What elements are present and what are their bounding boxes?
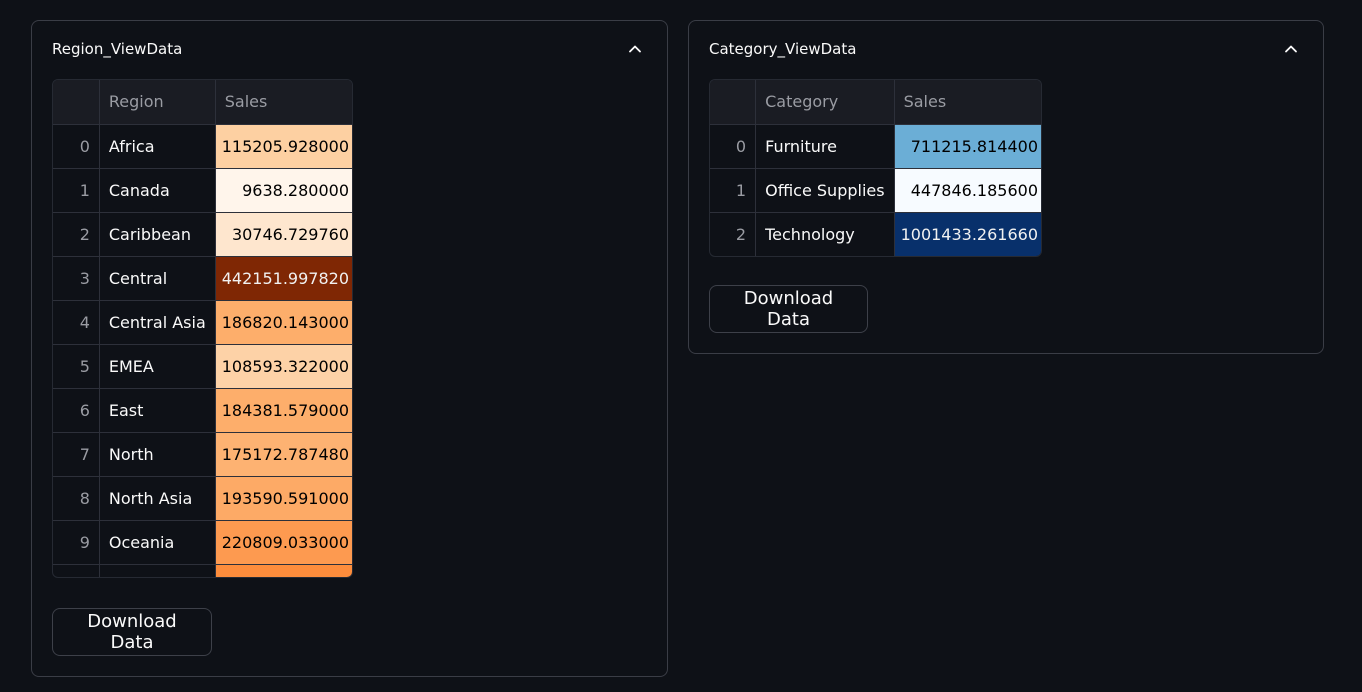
empty-cell <box>99 564 216 577</box>
table-row-partial <box>53 564 352 577</box>
chevron-up-icon[interactable] <box>627 41 643 57</box>
row-index-cell[interactable]: 0 <box>53 124 100 169</box>
row-index-cell[interactable]: 1 <box>710 168 757 213</box>
table-row: 3 Central 442151.997820 <box>53 256 352 301</box>
table-row: 9 Oceania 220809.033000 <box>53 520 352 565</box>
sales-cell[interactable]: 175172.787480 <box>215 432 352 477</box>
table-row: 4 Central Asia 186820.143000 <box>53 300 352 345</box>
name-cell[interactable]: Technology <box>755 212 895 256</box>
name-cell[interactable]: Central <box>99 256 216 301</box>
name-cell[interactable]: Furniture <box>755 124 895 169</box>
sales-cell[interactable]: 115205.928000 <box>215 124 352 169</box>
region-expander-title[interactable]: Region_ViewData <box>52 40 182 58</box>
sales-cell[interactable]: 447846.185600 <box>894 168 1041 213</box>
name-cell[interactable]: Africa <box>99 124 216 169</box>
name-cell[interactable]: Office Supplies <box>755 168 895 213</box>
sales-cell[interactable]: 108593.322000 <box>215 344 352 389</box>
empty-cell <box>53 564 100 577</box>
name-cell[interactable]: East <box>99 388 216 433</box>
index-column-header[interactable] <box>53 80 100 125</box>
chevron-up-icon[interactable] <box>1283 41 1299 57</box>
name-cell[interactable]: Caribbean <box>99 212 216 257</box>
region-expander: Region_ViewData Region Sales 0 Africa 1152… <box>31 20 668 677</box>
table-header-row: Category Sales <box>710 80 1041 125</box>
row-index-cell[interactable]: 2 <box>53 212 100 257</box>
row-index-cell[interactable]: 1 <box>53 168 100 213</box>
name-cell[interactable]: EMEA <box>99 344 216 389</box>
category-dataframe[interactable]: Category Sales 0 Furniture 711215.814400 1 O… <box>709 79 1042 257</box>
sales-cell[interactable]: 193590.591000 <box>215 476 352 521</box>
sales-cell[interactable]: 184381.579000 <box>215 388 352 433</box>
region-download-button[interactable]: Download Data <box>52 608 212 656</box>
name-cell[interactable]: Central Asia <box>99 300 216 345</box>
sales-cell[interactable]: 9638.280000 <box>215 168 352 213</box>
category-expander-title[interactable]: Category_ViewData <box>709 40 856 58</box>
sales-cell[interactable]: 30746.729760 <box>215 212 352 257</box>
region-dataframe[interactable]: Region Sales 0 Africa 115205.928000 1 Canada… <box>52 79 353 578</box>
category-column-header[interactable]: Category <box>755 80 895 125</box>
table-row: 8 North Asia 193590.591000 <box>53 476 352 521</box>
sales-cell[interactable]: 186820.143000 <box>215 300 352 345</box>
row-index-cell[interactable]: 7 <box>53 432 100 477</box>
sales-cell[interactable]: 711215.814400 <box>894 124 1041 169</box>
table-row: 2 Technology 1001433.261660 <box>710 212 1041 256</box>
table-row: 6 East 184381.579000 <box>53 388 352 433</box>
sales-cell[interactable]: 442151.997820 <box>215 256 352 301</box>
sales-column-header[interactable]: Sales <box>215 80 352 125</box>
resize-handle[interactable] <box>344 569 352 577</box>
table-row: 1 Canada 9638.280000 <box>53 168 352 213</box>
table-row: 0 Furniture 711215.814400 <box>710 124 1041 169</box>
row-index-cell[interactable]: 3 <box>53 256 100 301</box>
table-row: 1 Office Supplies 447846.185600 <box>710 168 1041 213</box>
row-index-cell[interactable]: 9 <box>53 520 100 565</box>
category-expander: Category_ViewData Category Sales 0 Furnit… <box>688 20 1324 354</box>
sales-cell[interactable]: 1001433.261660 <box>894 212 1041 256</box>
name-cell[interactable]: Canada <box>99 168 216 213</box>
sales-column-header[interactable]: Sales <box>894 80 1041 125</box>
category-download-button[interactable]: Download Data <box>709 285 868 333</box>
region-column-header[interactable]: Region <box>99 80 216 125</box>
row-index-cell[interactable]: 6 <box>53 388 100 433</box>
row-index-cell[interactable]: 2 <box>710 212 757 256</box>
row-index-cell[interactable]: 8 <box>53 476 100 521</box>
table-row: 0 Africa 115205.928000 <box>53 124 352 169</box>
table-row: 7 North 175172.787480 <box>53 432 352 477</box>
row-index-cell[interactable]: 0 <box>710 124 757 169</box>
table-row: 5 EMEA 108593.322000 <box>53 344 352 389</box>
table-header-row: Region Sales <box>53 80 352 125</box>
index-column-header[interactable] <box>710 80 757 125</box>
table-row: 2 Caribbean 30746.729760 <box>53 212 352 257</box>
row-index-cell[interactable]: 5 <box>53 344 100 389</box>
name-cell[interactable]: North <box>99 432 216 477</box>
name-cell[interactable]: North Asia <box>99 476 216 521</box>
name-cell[interactable]: Oceania <box>99 520 216 565</box>
empty-cell <box>215 564 352 577</box>
row-index-cell[interactable]: 4 <box>53 300 100 345</box>
sales-cell[interactable]: 220809.033000 <box>215 520 352 565</box>
